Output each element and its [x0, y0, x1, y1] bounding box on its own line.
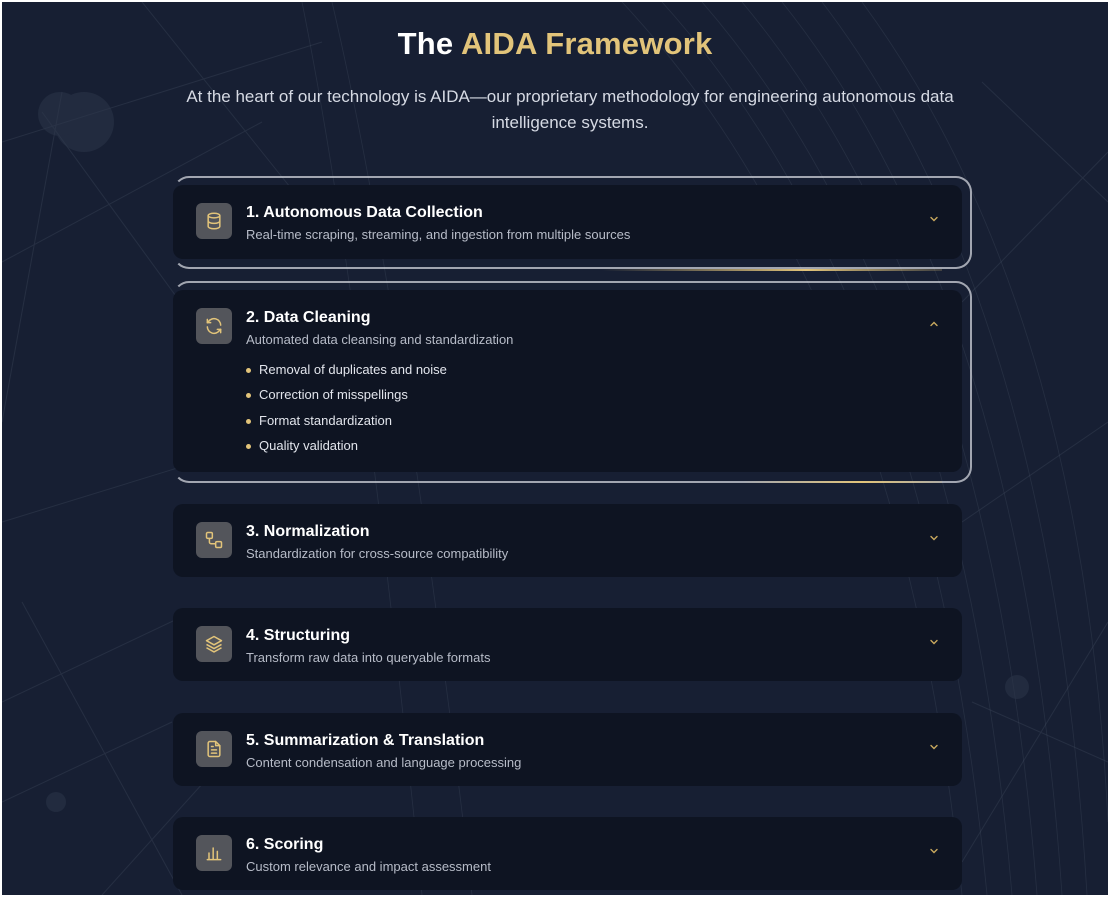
step-description: Automated data cleansing and standardiza… — [246, 332, 514, 347]
list-item: Quality validation — [246, 436, 447, 461]
step-description: Real-time scraping, streaming, and inges… — [246, 227, 631, 242]
step-title: 5. Summarization & Translation — [246, 732, 485, 749]
step-description: Standardization for cross-source compati… — [246, 546, 509, 561]
chevron-down-icon[interactable] — [928, 213, 940, 225]
step-title: 2. Data Cleaning — [246, 309, 371, 326]
step-card-1[interactable]: 1. Autonomous Data Collection Real-time … — [173, 185, 962, 259]
chevron-up-icon[interactable] — [928, 318, 940, 330]
step-card-3[interactable]: 3. Normalization Standardization for cro… — [173, 504, 962, 577]
document-icon — [196, 731, 232, 767]
list-item: Format standardization — [246, 411, 447, 436]
step-description: Transform raw data into queryable format… — [246, 650, 491, 665]
glow-accent-line — [742, 481, 942, 483]
step-card-4[interactable]: 4. Structuring Transform raw data into q… — [173, 608, 962, 681]
chevron-down-icon[interactable] — [928, 532, 940, 544]
workflow-icon — [196, 522, 232, 558]
database-icon — [196, 203, 232, 239]
step-description: Content condensation and language proces… — [246, 755, 522, 770]
chevron-down-icon[interactable] — [928, 845, 940, 857]
step-card-6[interactable]: 6. Scoring Custom relevance and impact a… — [173, 817, 962, 890]
step-title: 1. Autonomous Data Collection — [246, 204, 483, 221]
step-title: 3. Normalization — [246, 523, 370, 540]
bar-chart-icon — [196, 835, 232, 871]
title-accent: AIDA Framework — [460, 26, 713, 61]
step-card-5[interactable]: 5. Summarization & Translation Content c… — [173, 713, 962, 786]
chevron-down-icon[interactable] — [928, 741, 940, 753]
page-title: The AIDA Framework — [397, 26, 713, 61]
page-subtitle: At the heart of our technology is AIDA—o… — [186, 87, 954, 132]
step-card-2[interactable]: 2. Data Cleaning Automated data cleansin… — [173, 290, 962, 472]
page-frame: The AIDA Framework At the heart of our t… — [2, 2, 1108, 895]
step-description: Custom relevance and impact assessment — [246, 859, 491, 874]
step-title: 6. Scoring — [246, 836, 324, 853]
glow-accent-line — [602, 269, 942, 271]
chevron-down-icon[interactable] — [928, 636, 940, 648]
step-title: 4. Structuring — [246, 627, 351, 644]
refresh-icon — [196, 308, 232, 344]
list-item: Removal of duplicates and noise — [246, 360, 447, 385]
list-item: Correction of misspellings — [246, 385, 447, 410]
step-detail-list: Removal of duplicates and noise Correcti… — [246, 360, 447, 462]
layers-icon — [196, 626, 232, 662]
